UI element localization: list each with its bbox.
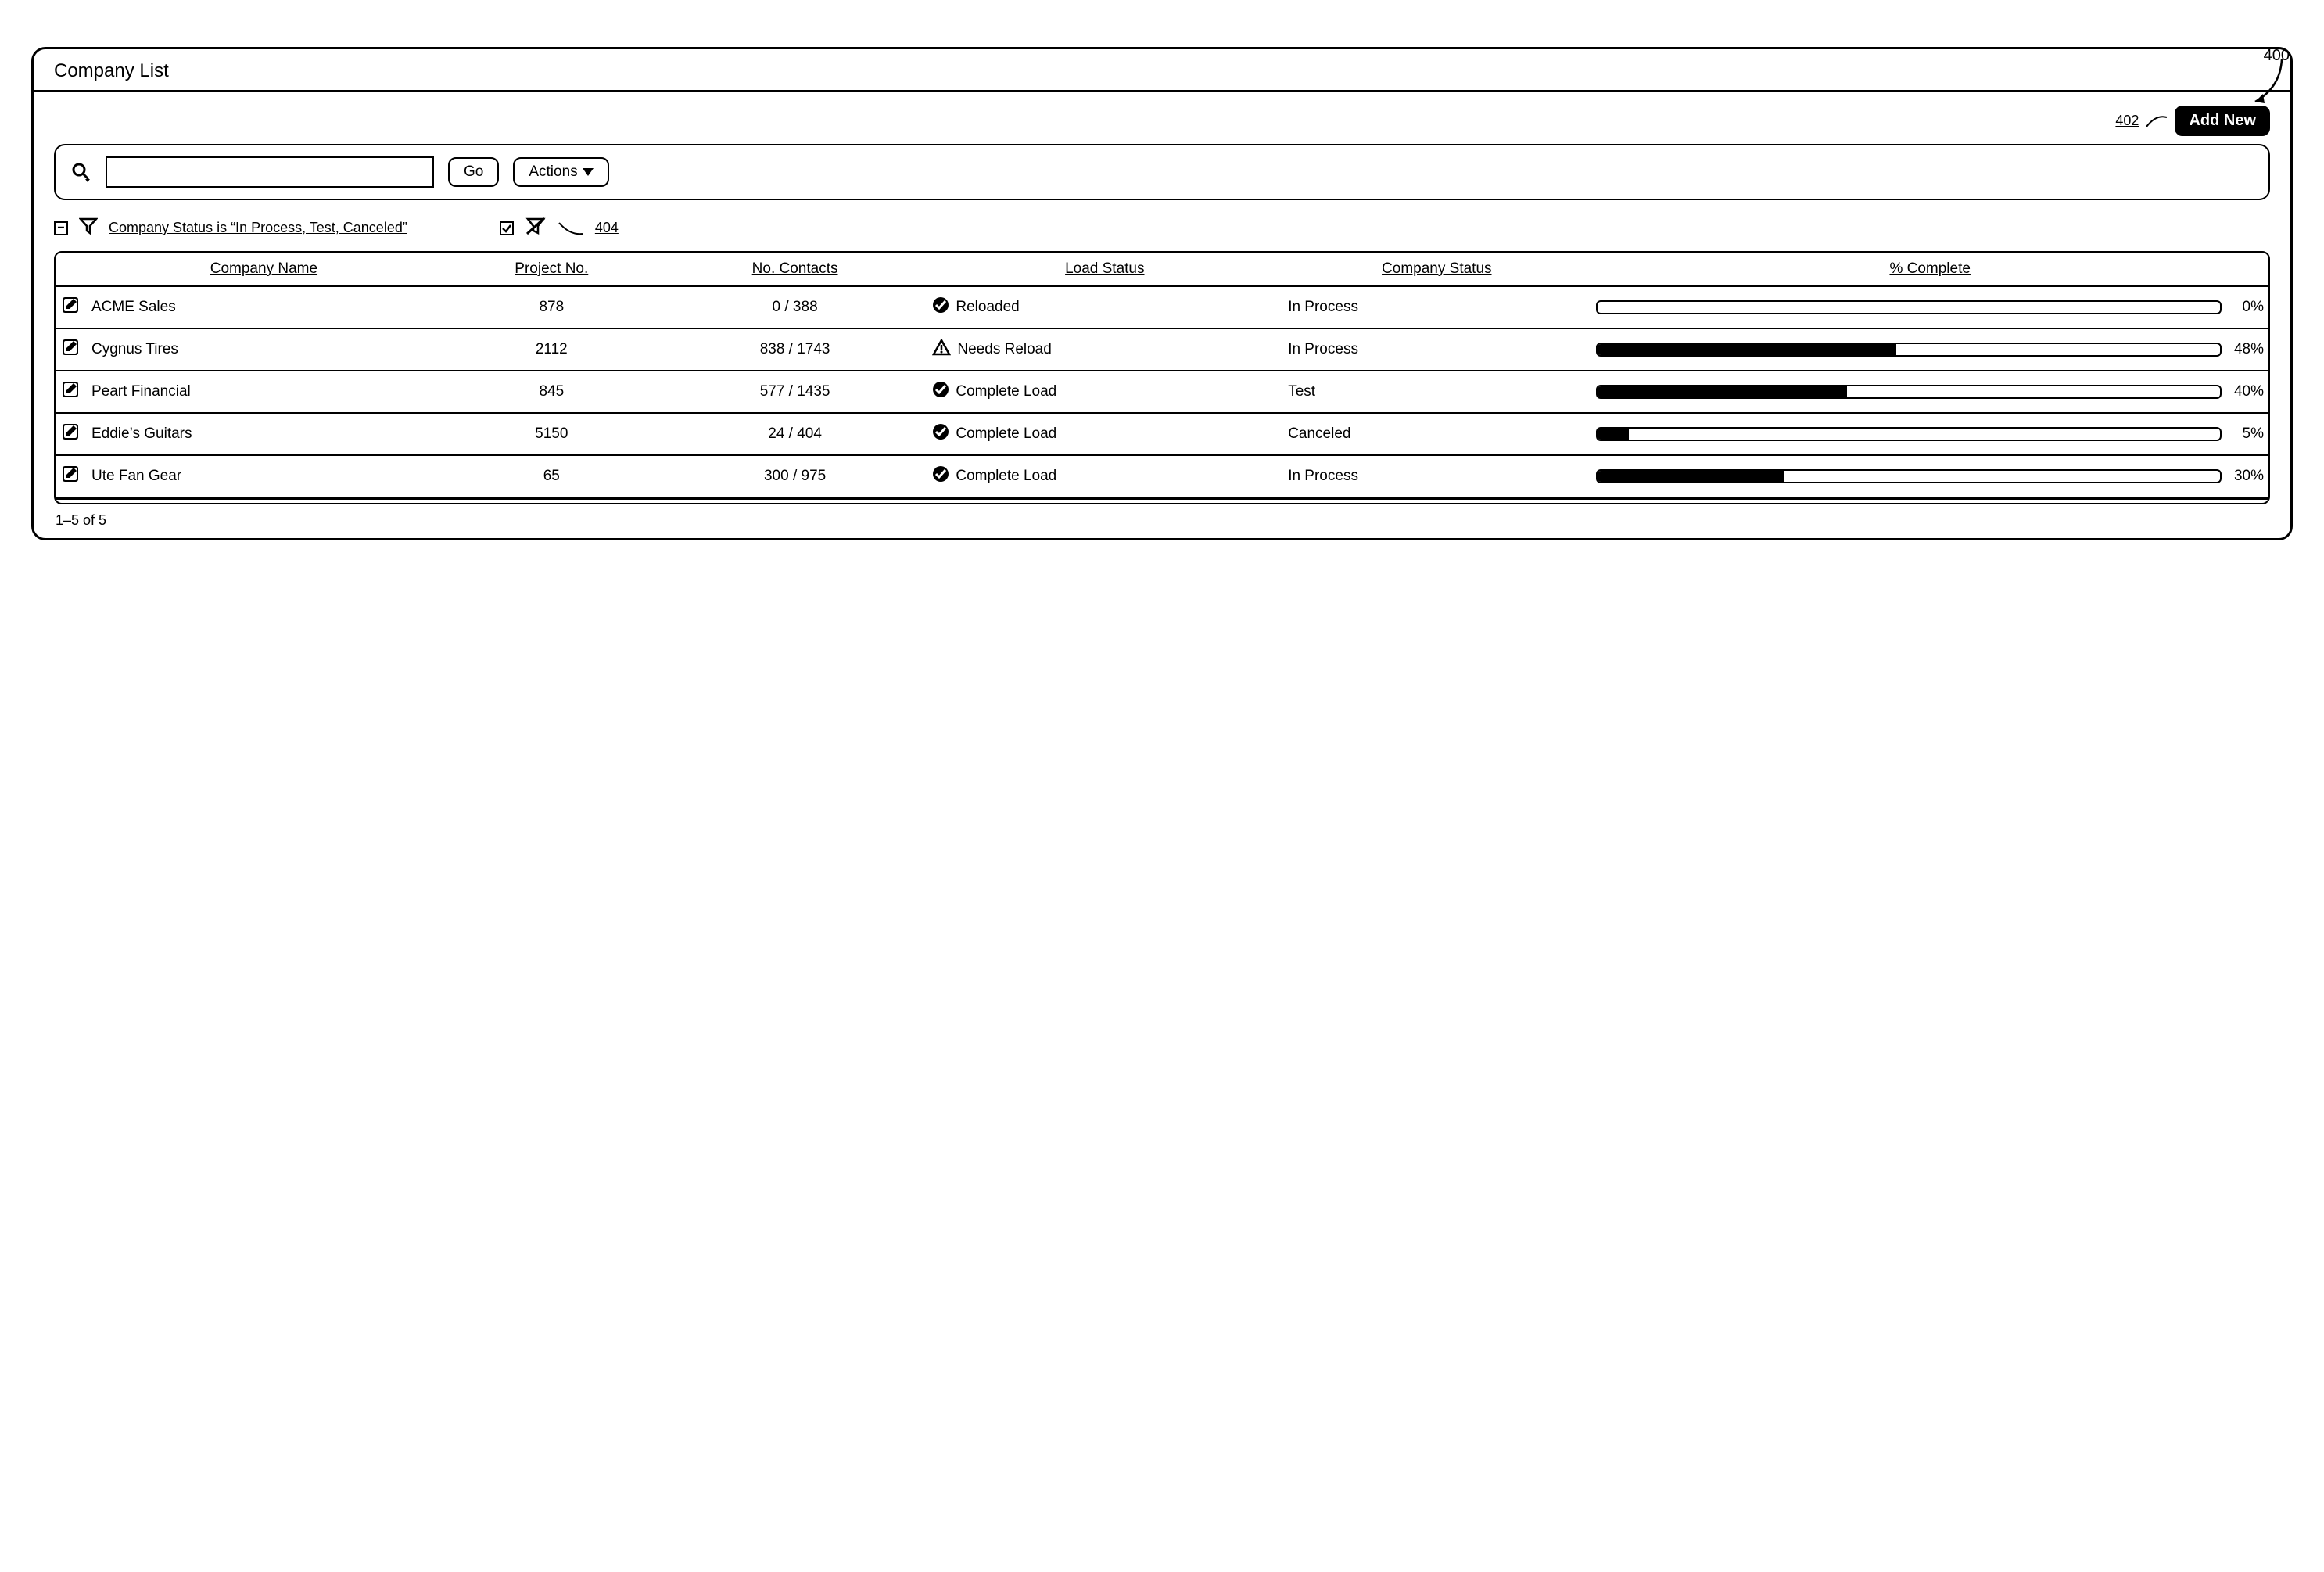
cell-company-status: Test xyxy=(1282,371,1591,413)
company-list-panel: Company List 402 Add New Go Actions xyxy=(31,47,2293,540)
cell-no-contacts: 838 / 1743 xyxy=(662,328,928,371)
panel-title: Company List xyxy=(34,49,2290,92)
load-status-icon xyxy=(932,465,949,487)
cell-load-status: Complete Load xyxy=(956,383,1056,400)
add-new-button[interactable]: Add New xyxy=(2175,106,2270,136)
cell-company-name: ACME Sales xyxy=(87,286,441,328)
leader-line-icon xyxy=(558,220,584,237)
cell-project-no: 65 xyxy=(441,455,662,497)
col-company-name[interactable]: Company Name xyxy=(87,253,441,286)
load-status-icon xyxy=(932,381,949,403)
cell-company-status: In Process xyxy=(1282,455,1591,497)
cell-project-no: 878 xyxy=(441,286,662,328)
col-no-contacts[interactable]: No. Contacts xyxy=(662,253,928,286)
table-row: Peart Financial845577 / 1435 Complete Loa… xyxy=(56,371,2268,413)
actions-button-label: Actions xyxy=(529,163,577,181)
cell-load-status: Reloaded xyxy=(956,299,1019,316)
progress-bar xyxy=(1596,427,2222,441)
callout-remove-filter: 404 xyxy=(595,220,619,236)
search-bar: Go Actions xyxy=(54,144,2270,200)
filter-enabled-checkbox[interactable] xyxy=(500,221,514,235)
cell-project-no: 5150 xyxy=(441,413,662,455)
company-table: Company Name Project No. No. Contacts Lo… xyxy=(54,251,2270,504)
cell-pct-complete: 40% xyxy=(2228,383,2264,400)
load-status-icon xyxy=(932,423,949,445)
filter-description-link[interactable]: Company Status is “In Process, Test, Can… xyxy=(109,220,407,236)
cell-company-name: Peart Financial xyxy=(87,371,441,413)
cell-load-status: Complete Load xyxy=(956,425,1056,443)
cell-no-contacts: 24 / 404 xyxy=(662,413,928,455)
callout-add-new: 402 xyxy=(2115,113,2139,129)
edit-icon[interactable] xyxy=(60,422,81,442)
col-pct-complete[interactable]: % Complete xyxy=(1591,253,2268,286)
search-icon[interactable] xyxy=(71,162,91,182)
col-company-status[interactable]: Company Status xyxy=(1282,253,1591,286)
table-footer-bar xyxy=(56,498,2268,503)
cell-company-status: In Process xyxy=(1282,286,1591,328)
edit-icon[interactable] xyxy=(60,337,81,357)
cell-load-status: Needs Reload xyxy=(957,341,1051,358)
load-status-icon xyxy=(932,339,951,361)
cell-company-name: Ute Fan Gear xyxy=(87,455,441,497)
cell-pct-complete: 5% xyxy=(2228,425,2264,443)
cell-pct-complete: 48% xyxy=(2228,341,2264,358)
table-header-row: Company Name Project No. No. Contacts Lo… xyxy=(56,253,2268,286)
progress-bar xyxy=(1596,300,2222,314)
actions-button[interactable]: Actions xyxy=(513,157,608,187)
edit-icon[interactable] xyxy=(60,379,81,400)
progress-bar xyxy=(1596,469,2222,483)
cell-pct-complete: 30% xyxy=(2228,468,2264,485)
callout-figure-label: 400 xyxy=(2264,47,2290,65)
table-row: Cygnus Tires2112838 / 1743 Needs Reload In… xyxy=(56,328,2268,371)
cell-project-no: 2112 xyxy=(441,328,662,371)
cell-load-status: Complete Load xyxy=(956,468,1056,485)
edit-icon[interactable] xyxy=(60,464,81,484)
cell-company-name: Eddie’s Guitars xyxy=(87,413,441,455)
go-button[interactable]: Go xyxy=(448,157,499,187)
cell-company-name: Cygnus Tires xyxy=(87,328,441,371)
table-row: Eddie’s Guitars515024 / 404 Complete Load… xyxy=(56,413,2268,455)
edit-icon[interactable] xyxy=(60,295,81,315)
cell-no-contacts: 0 / 388 xyxy=(662,286,928,328)
load-status-icon xyxy=(932,296,949,318)
table-row: Ute Fan Gear65300 / 975 Complete Load In P… xyxy=(56,455,2268,497)
progress-bar xyxy=(1596,343,2222,357)
cell-company-status: Canceled xyxy=(1282,413,1591,455)
col-project-no[interactable]: Project No. xyxy=(441,253,662,286)
pager-text: 1–5 of 5 xyxy=(54,504,2270,530)
cell-no-contacts: 300 / 975 xyxy=(662,455,928,497)
cell-pct-complete: 0% xyxy=(2228,299,2264,316)
leader-line-icon xyxy=(2145,113,2168,130)
cell-no-contacts: 577 / 1435 xyxy=(662,371,928,413)
col-load-status[interactable]: Load Status xyxy=(927,253,1282,286)
remove-filter-icon[interactable] xyxy=(525,216,547,240)
filter-icon[interactable] xyxy=(79,217,98,239)
chevron-down-icon xyxy=(583,168,594,176)
progress-bar xyxy=(1596,385,2222,399)
cell-company-status: In Process xyxy=(1282,328,1591,371)
cell-project-no: 845 xyxy=(441,371,662,413)
collapse-filter-button[interactable]: − xyxy=(54,221,68,235)
search-input[interactable] xyxy=(106,156,434,188)
table-row: ACME Sales8780 / 388 Reloaded In Process 0% xyxy=(56,286,2268,328)
filter-row: − Company Status is “In Process, Test, C… xyxy=(54,216,2270,240)
